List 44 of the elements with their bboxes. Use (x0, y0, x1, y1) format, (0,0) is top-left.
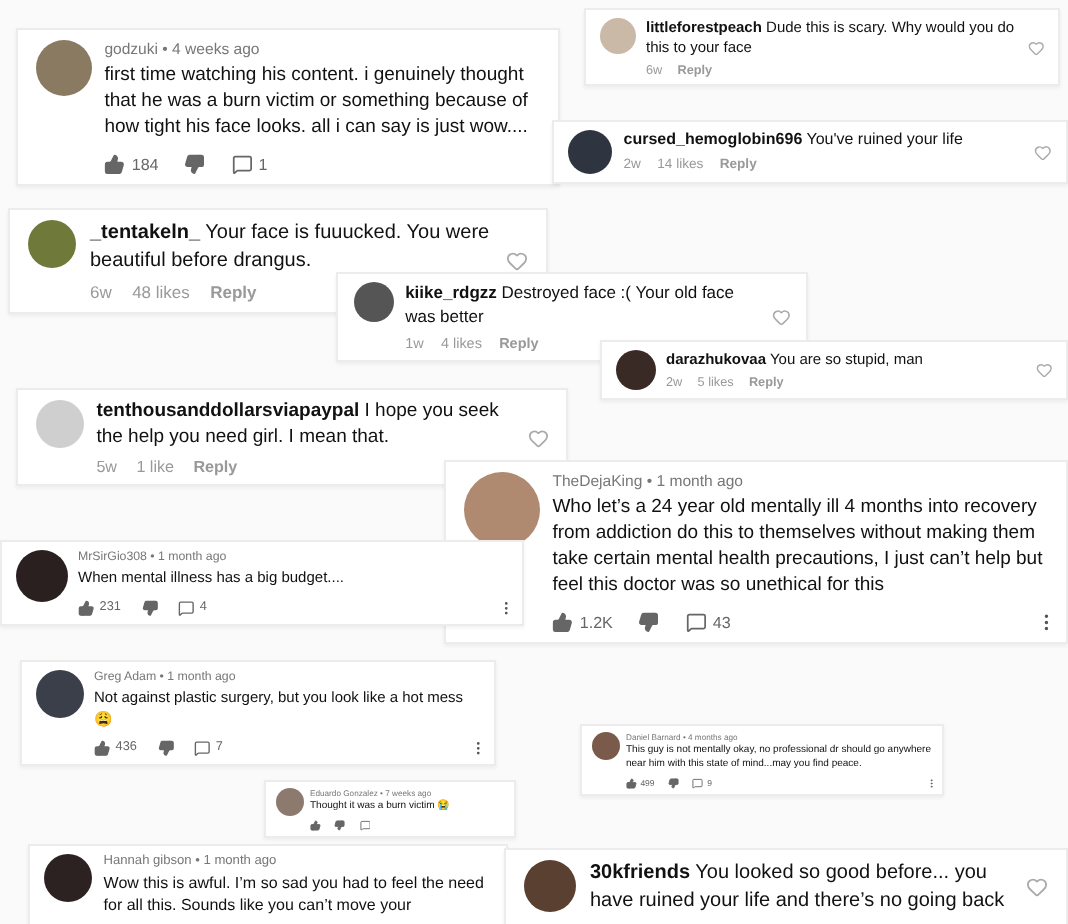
reply-count: 1 (258, 155, 268, 174)
comment-text: kiike_rdgzz Destroyed face :( Your old face was better (405, 282, 737, 329)
comment-text: cursed_hemoglobin696 You've ruined your life (623, 130, 965, 152)
like-count: 1.2K (579, 613, 613, 632)
avatar[interactable] (35, 669, 84, 718)
reply-count: 43 (712, 613, 731, 632)
thumbs-up-icon[interactable] (626, 778, 637, 790)
comment-text: Who let’s a 24 year old mentally ill 4 months into recovery from addiction do this to themselves without making them take certain mental health precautions, I just can’t help but feel this doctor was so unethical for this (552, 496, 1045, 599)
thumbs-down-icon[interactable] (141, 599, 158, 616)
comment-time: 5w (96, 457, 117, 476)
comment-icon[interactable] (685, 611, 707, 633)
comment-text: 30kfriends You looked so good before... you have ruined your life and there’s no going back (590, 860, 1007, 914)
comment-icon[interactable] (231, 154, 252, 175)
avatar[interactable] (44, 854, 93, 902)
comment-icon[interactable] (178, 599, 195, 616)
comment-time: 6w (90, 281, 112, 301)
thumbs-up-icon[interactable] (310, 820, 321, 832)
thumbs-up-icon[interactable] (104, 154, 126, 175)
comment-icon[interactable] (692, 778, 704, 790)
thumbs-up-icon[interactable] (78, 599, 95, 616)
reply-link[interactable]: Reply (210, 281, 257, 301)
thumbs-down-icon[interactable] (184, 154, 206, 175)
like-count: 48 likes (132, 281, 190, 301)
avatar[interactable] (15, 549, 68, 602)
comment-text: tenthousanddollarsviapaypal I hope you seek the help you need girl. I mean that. (96, 399, 501, 451)
thumbs-down-icon[interactable] (668, 778, 680, 790)
thumbs-down-icon[interactable] (638, 611, 660, 633)
like-count: 1 like (136, 457, 175, 476)
avatar[interactable] (615, 349, 656, 390)
comment-text: Wow this is awful. I’m so sad you had to feel the need for all this. Sounds like you can’t move your (103, 873, 486, 917)
thumbs-up-icon[interactable] (552, 611, 574, 633)
thumbs-down-icon[interactable] (334, 820, 346, 832)
comment-icon[interactable] (194, 739, 211, 757)
avatar[interactable] (353, 282, 394, 323)
avatar[interactable] (568, 130, 613, 174)
like-count: 184 (131, 155, 159, 174)
avatar[interactable] (591, 731, 619, 759)
avatar[interactable] (524, 860, 576, 912)
comment-icon[interactable] (359, 820, 371, 832)
reply-link[interactable]: Reply (193, 457, 238, 476)
comment-text: _tentakeln_ Your face is fuuucked. You were beautiful before drangus. (90, 220, 492, 274)
thumbs-down-icon[interactable] (157, 739, 174, 757)
comment-text: first time watching his content. i genuinely thought that he was a burn victim or something because of how tight his face looks. all i can say is just wow.... (104, 64, 530, 141)
thumbs-up-icon[interactable] (94, 739, 111, 757)
